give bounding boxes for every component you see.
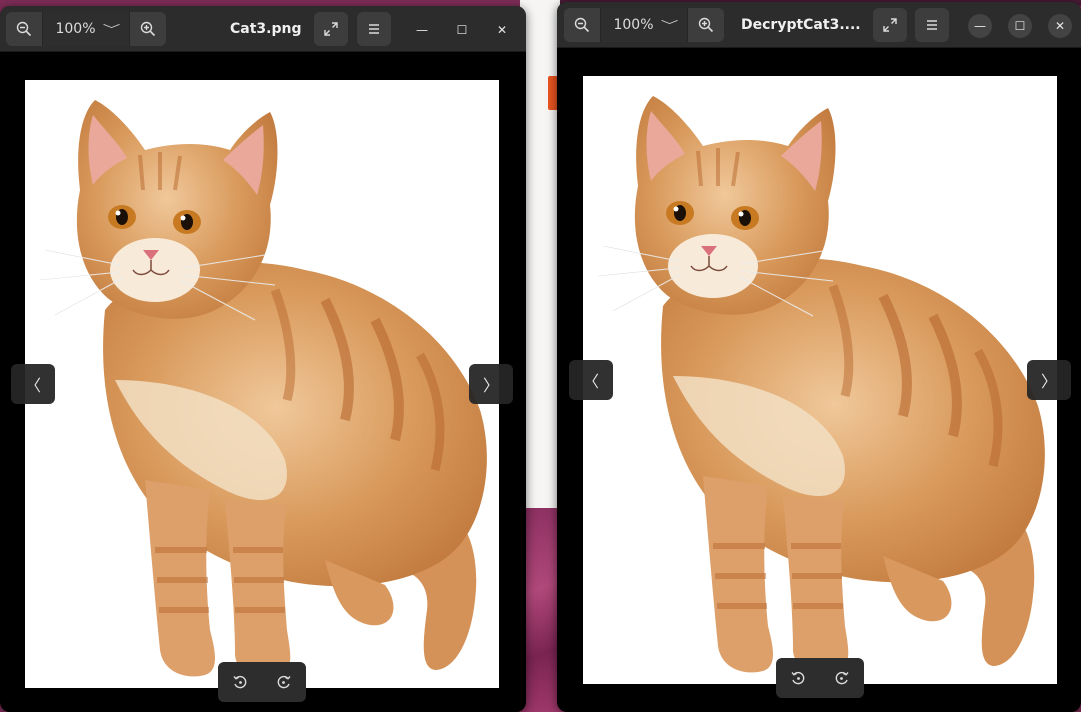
- next-image-button[interactable]: 〉: [1027, 360, 1071, 400]
- next-icon: 〉: [1040, 372, 1057, 391]
- maximize-icon: ☐: [1014, 19, 1026, 33]
- zoom-out-icon: [16, 21, 32, 37]
- zoom-level: 100%: [613, 17, 654, 33]
- menu-button[interactable]: [915, 8, 949, 42]
- rotate-right-button[interactable]: [820, 658, 864, 698]
- image-canvas[interactable]: [25, 80, 499, 688]
- previous-icon: 〈: [582, 372, 599, 391]
- close-button[interactable]: ✕: [490, 18, 514, 42]
- fullscreen-button[interactable]: [873, 8, 907, 42]
- rotate-toolbar: [776, 658, 864, 698]
- chevron-down-icon: ﹀: [102, 23, 120, 36]
- image-viewer-window-left: 100% ﹀ Cat3.png — ☐ ✕ 〈 〉: [0, 6, 526, 712]
- rotate-right-button[interactable]: [262, 662, 306, 702]
- rotate-left-button[interactable]: [218, 662, 262, 702]
- rotate-left-button[interactable]: [776, 658, 820, 698]
- maximize-icon: ☐: [456, 23, 468, 37]
- rotate-toolbar: [218, 662, 306, 702]
- zoom-out-button[interactable]: [6, 12, 42, 46]
- headerbar: 100% ﹀ Cat3.png — ☐ ✕: [0, 6, 526, 52]
- zoom-out-button[interactable]: [564, 8, 600, 42]
- close-icon: ✕: [496, 23, 508, 37]
- menu-icon: [924, 17, 940, 33]
- cat-image: [25, 80, 499, 688]
- menu-button[interactable]: [357, 12, 391, 46]
- zoom-control: 100% ﹀: [564, 8, 724, 42]
- previous-image-button[interactable]: 〈: [569, 360, 613, 400]
- minimize-button[interactable]: —: [410, 18, 434, 42]
- zoom-in-icon: [698, 17, 714, 33]
- fullscreen-icon: [323, 21, 339, 37]
- window-title: DecryptCat3....: [741, 17, 861, 33]
- close-icon: ✕: [1054, 19, 1066, 33]
- previous-image-button[interactable]: 〈: [11, 364, 55, 404]
- fullscreen-button[interactable]: [314, 12, 348, 46]
- maximize-button[interactable]: ☐: [1008, 14, 1032, 38]
- headerbar: 100% ﹀ DecryptCat3.... — ☐ ✕: [557, 2, 1081, 48]
- fullscreen-icon: [882, 17, 898, 33]
- rotate-right-icon: [834, 670, 850, 686]
- image-viewer-window-right: 100% ﹀ DecryptCat3.... — ☐ ✕ 〈 〉: [557, 2, 1081, 712]
- maximize-button[interactable]: ☐: [450, 18, 474, 42]
- cat-image: [583, 76, 1057, 684]
- zoom-control: 100% ﹀: [6, 12, 166, 46]
- zoom-out-icon: [574, 17, 590, 33]
- zoom-level: 100%: [55, 21, 96, 37]
- rotate-left-icon: [790, 670, 806, 686]
- image-canvas[interactable]: [583, 76, 1057, 684]
- next-icon: 〉: [482, 376, 499, 395]
- menu-icon: [366, 21, 382, 37]
- zoom-in-button[interactable]: [130, 12, 166, 46]
- close-button[interactable]: ✕: [1048, 14, 1072, 38]
- zoom-level-dropdown[interactable]: 100% ﹀: [600, 8, 688, 42]
- minimize-button[interactable]: —: [968, 14, 992, 38]
- zoom-in-button[interactable]: [688, 8, 724, 42]
- next-image-button[interactable]: 〉: [469, 364, 513, 404]
- chevron-down-icon: ﹀: [660, 19, 678, 32]
- window-title: Cat3.png: [230, 21, 302, 37]
- zoom-level-dropdown[interactable]: 100% ﹀: [42, 12, 130, 46]
- rotate-left-icon: [232, 674, 248, 690]
- zoom-in-icon: [140, 21, 156, 37]
- minimize-icon: —: [416, 23, 428, 37]
- previous-icon: 〈: [24, 376, 41, 395]
- minimize-icon: —: [974, 19, 986, 33]
- rotate-right-icon: [276, 674, 292, 690]
